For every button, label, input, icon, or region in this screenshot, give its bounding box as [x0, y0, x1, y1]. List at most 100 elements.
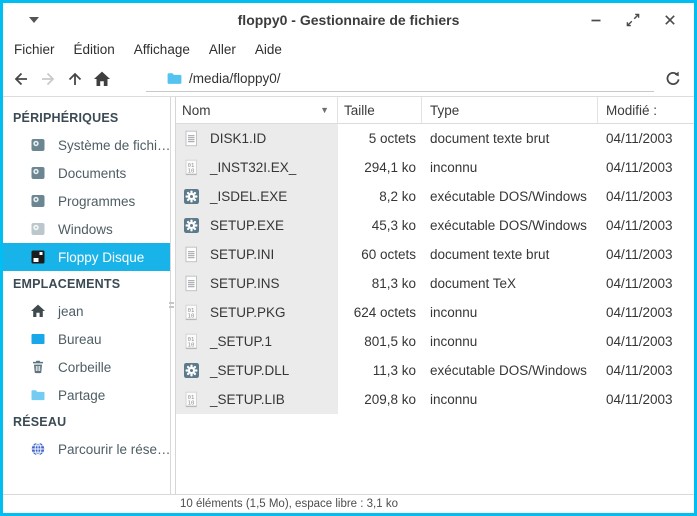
file-name-cell: SETUP.INS: [176, 269, 338, 298]
content-area: PÉRIPHÉRIQUESSystème de fichi… Documents P…: [3, 97, 694, 495]
forward-button[interactable]: [39, 69, 57, 89]
sidebar-item-partage[interactable]: Partage: [3, 381, 170, 409]
sidebar-item-label: Bureau: [58, 332, 102, 347]
home-icon: [30, 303, 46, 319]
network-icon: [30, 441, 46, 457]
sidebar-item-floppy-disque[interactable]: Floppy Disque: [3, 243, 170, 271]
sidebar-item-syst-me-de-fichi[interactable]: Système de fichi…: [3, 131, 170, 159]
home-button[interactable]: [93, 69, 111, 89]
file-modified: 04/11/2003: [598, 182, 694, 211]
back-button[interactable]: [12, 69, 30, 89]
file-modified: 04/11/2003: [598, 211, 694, 240]
sidebar-item-label: jean: [58, 304, 84, 319]
file-size: 8,2 ko: [338, 182, 422, 211]
file-modified: 04/11/2003: [598, 153, 694, 182]
file-rows: DISK1.ID5 octetsdocument texte brut04/11…: [176, 124, 694, 494]
drive-icon: [30, 137, 46, 153]
file-modified: 04/11/2003: [598, 240, 694, 269]
desktop-icon: [30, 331, 46, 347]
file-row-setup-pkg[interactable]: 0110SETUP.PKG624 octetsinconnu04/11/2003: [176, 298, 694, 327]
file-modified: 04/11/2003: [598, 124, 694, 153]
file-row-setup-ins[interactable]: SETUP.INS81,3 kodocument TeX04/11/2003: [176, 269, 694, 298]
drive-icon: [30, 193, 46, 209]
sidebar-item-label: Parcourir le rése…: [58, 442, 170, 457]
sidebar-item-label: Programmes: [58, 194, 135, 209]
file-name-cell: _SETUP.DLL: [176, 356, 338, 385]
drive-icon: [30, 221, 46, 237]
menu-fichier[interactable]: Fichier: [13, 40, 56, 59]
file-row-setup-ini[interactable]: SETUP.INI60 octetsdocument texte brut04/…: [176, 240, 694, 269]
column-header-modifie[interactable]: Modifié :: [598, 97, 694, 123]
restore-button[interactable]: [625, 12, 641, 28]
file-manager-window: floppy0 - Gestionnaire de fichiers Fichi…: [0, 0, 697, 516]
column-label: Nom: [182, 103, 211, 118]
text-document-icon: [182, 130, 200, 148]
menu-aide[interactable]: Aide: [254, 40, 283, 59]
file-row-setup-exe[interactable]: SETUP.EXE45,3 koexécutable DOS/Windows04…: [176, 211, 694, 240]
column-label: Taille: [344, 103, 375, 118]
file-size: 11,3 ko: [338, 356, 422, 385]
path-value: /media/floppy0/: [189, 71, 281, 86]
file-name-cell: _ISDEL.EXE: [176, 182, 338, 211]
file-type: inconnu: [422, 298, 598, 327]
file-size: 294,1 ko: [338, 153, 422, 182]
file-name-cell: 0110_INST32I.EX_: [176, 153, 338, 182]
sidebar-section-emplacements: EMPLACEMENTS: [3, 271, 170, 297]
file-row-setup-1[interactable]: 0110_SETUP.1801,5 koinconnu04/11/2003: [176, 327, 694, 356]
file-list-panel: Nom ▼ Taille Type Modifié : DISK1.ID5 oc…: [175, 97, 694, 494]
binary-file-icon: 0110: [182, 304, 200, 322]
window-menu-button[interactable]: [29, 16, 41, 24]
sidebar-item-programmes[interactable]: Programmes: [3, 187, 170, 215]
reload-button[interactable]: [664, 69, 682, 89]
sidebar-item-jean[interactable]: jean: [3, 297, 170, 325]
file-size: 45,3 ko: [338, 211, 422, 240]
file-row-inst32i-ex[interactable]: 0110_INST32I.EX_294,1 koinconnu04/11/200…: [176, 153, 694, 182]
sidebar-scrollbar[interactable]: [169, 302, 174, 314]
file-row-setup-lib[interactable]: 0110_SETUP.LIB209,8 koinconnu04/11/2003: [176, 385, 694, 414]
svg-text:10: 10: [187, 400, 194, 406]
restore-icon: [625, 12, 641, 28]
file-row-setup-dll[interactable]: _SETUP.DLL11,3 koexécutable DOS/Windows0…: [176, 356, 694, 385]
close-button[interactable]: [662, 12, 678, 28]
sidebar-item-label: Corbeille: [58, 360, 111, 375]
file-size: 801,5 ko: [338, 327, 422, 356]
file-row-isdel-exe[interactable]: _ISDEL.EXE8,2 koexécutable DOS/Windows04…: [176, 182, 694, 211]
column-header-nom[interactable]: Nom ▼: [176, 97, 338, 123]
column-header-type[interactable]: Type: [422, 97, 598, 123]
sidebar-item-windows[interactable]: Windows: [3, 215, 170, 243]
file-name: DISK1.ID: [210, 131, 266, 146]
file-name: _SETUP.DLL: [210, 363, 289, 378]
sidebar-item-documents[interactable]: Documents: [3, 159, 170, 187]
menu-affichage[interactable]: Affichage: [133, 40, 191, 59]
file-name: SETUP.PKG: [210, 305, 286, 320]
file-type: document texte brut: [422, 124, 598, 153]
sidebar-item-bureau[interactable]: Bureau: [3, 325, 170, 353]
reload-icon: [664, 70, 682, 88]
column-header-taille[interactable]: Taille: [338, 97, 422, 123]
menu-aller[interactable]: Aller: [208, 40, 237, 59]
sidebar-item-parcourir-le-r-se[interactable]: Parcourir le rése…: [3, 435, 170, 463]
up-button[interactable]: [66, 69, 84, 89]
sidebar-item-label: Documents: [58, 166, 126, 181]
titlebar: floppy0 - Gestionnaire de fichiers: [3, 3, 694, 36]
sidebar-item-corbeille[interactable]: Corbeille: [3, 353, 170, 381]
column-label: Type: [430, 103, 459, 118]
floppy-icon: [30, 249, 46, 265]
file-row-disk1-id[interactable]: DISK1.ID5 octetsdocument texte brut04/11…: [176, 124, 694, 153]
trash-icon: [30, 359, 46, 375]
binary-file-icon: 0110: [182, 391, 200, 409]
menubar: Fichier Édition Affichage Aller Aide: [3, 36, 694, 62]
menu-edition[interactable]: Édition: [73, 40, 116, 59]
file-size: 81,3 ko: [338, 269, 422, 298]
file-name-cell: 0110_SETUP.1: [176, 327, 338, 356]
column-header-row: Nom ▼ Taille Type Modifié :: [176, 97, 694, 124]
path-input[interactable]: /media/floppy0/: [146, 66, 654, 92]
status-text: 10 éléments (1,5 Mo), espace libre : 3,1…: [180, 498, 398, 510]
minimize-button[interactable]: [588, 12, 604, 28]
executable-icon: [182, 188, 200, 206]
statusbar: 10 éléments (1,5 Mo), espace libre : 3,1…: [3, 495, 694, 513]
sidebar-section-p-riph-riques: PÉRIPHÉRIQUES: [3, 105, 170, 131]
sidebar-item-label: Windows: [58, 222, 113, 237]
file-type: exécutable DOS/Windows: [422, 211, 598, 240]
file-type: exécutable DOS/Windows: [422, 182, 598, 211]
